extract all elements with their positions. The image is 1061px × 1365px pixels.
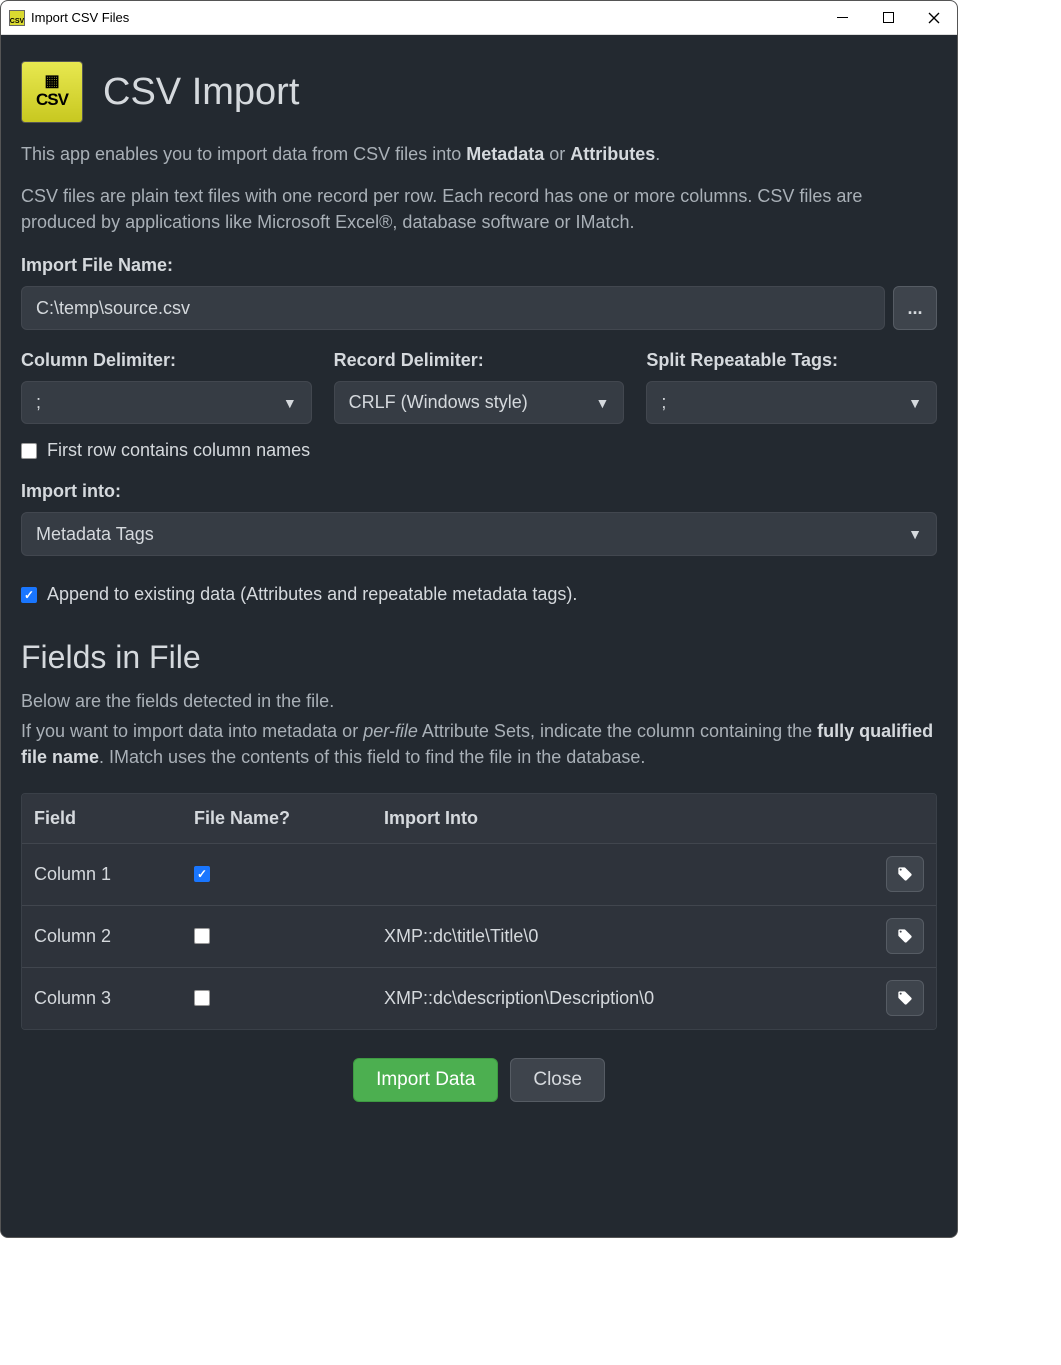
pick-tag-button[interactable] [886, 980, 924, 1016]
window-title: Import CSV Files [31, 10, 129, 25]
import-into-select[interactable]: Metadata Tags ▼ [21, 512, 937, 556]
cell-into: XMP::dc\description\Description\0 [384, 988, 878, 1009]
split-tags-select[interactable]: ; ▼ [646, 381, 937, 424]
filename-checkbox[interactable] [194, 990, 210, 1006]
page-title: CSV Import [103, 71, 299, 114]
fields-desc-1: Below are the fields detected in the fil… [21, 688, 937, 714]
pick-tag-button[interactable] [886, 856, 924, 892]
page-header: ▦ CSV CSV Import [21, 61, 937, 123]
table-row: Column 2 XMP::dc\title\Title\0 [22, 905, 936, 967]
minimize-button[interactable] [819, 1, 865, 35]
th-filename: File Name? [194, 808, 384, 829]
maximize-button[interactable] [865, 1, 911, 35]
th-into: Import Into [384, 808, 878, 829]
intro-line-1: This app enables you to import data from… [21, 141, 937, 167]
close-dialog-button[interactable]: Close [510, 1058, 605, 1102]
app-window: CSV Import CSV Files ▦ CSV CSV Import Th… [0, 0, 958, 1238]
column-delimiter-select[interactable]: ; ▼ [21, 381, 312, 424]
intro-line-2: CSV files are plain text files with one … [21, 183, 937, 235]
csv-logo-icon: ▦ CSV [21, 61, 83, 123]
record-delimiter-select[interactable]: CRLF (Windows style) ▼ [334, 381, 625, 424]
tag-icon [897, 990, 913, 1006]
record-delimiter-label: Record Delimiter: [334, 350, 625, 371]
cell-field: Column 2 [34, 926, 194, 947]
chevron-down-icon: ▼ [908, 526, 922, 542]
titlebar: CSV Import CSV Files [1, 1, 957, 35]
table-row: Column 1 [22, 843, 936, 905]
split-tags-label: Split Repeatable Tags: [646, 350, 937, 371]
first-row-label: First row contains column names [47, 440, 310, 461]
fields-section-title: Fields in File [21, 639, 937, 676]
file-name-label: Import File Name: [21, 255, 937, 276]
import-into-label: Import into: [21, 481, 937, 502]
import-data-button[interactable]: Import Data [353, 1058, 498, 1102]
chevron-down-icon: ▼ [595, 395, 609, 411]
footer-buttons: Import Data Close [21, 1058, 937, 1110]
th-field: Field [34, 808, 194, 829]
tag-icon [897, 866, 913, 882]
pick-tag-button[interactable] [886, 918, 924, 954]
content-area: ▦ CSV CSV Import This app enables you to… [1, 35, 957, 1237]
filename-checkbox[interactable] [194, 928, 210, 944]
first-row-checkbox[interactable] [21, 443, 37, 459]
file-name-input[interactable]: C:\temp\source.csv [21, 286, 885, 330]
tag-icon [897, 928, 913, 944]
chevron-down-icon: ▼ [908, 395, 922, 411]
cell-into: XMP::dc\title\Title\0 [384, 926, 878, 947]
column-delimiter-label: Column Delimiter: [21, 350, 312, 371]
chevron-down-icon: ▼ [283, 395, 297, 411]
fields-desc-2: If you want to import data into metadata… [21, 718, 937, 770]
table-header: Field File Name? Import Into [22, 794, 936, 843]
table-row: Column 3 XMP::dc\description\Description… [22, 967, 936, 1029]
fields-table: Field File Name? Import Into Column 1 Co… [21, 793, 937, 1030]
cell-field: Column 3 [34, 988, 194, 1009]
file-name-group: C:\temp\source.csv ... [21, 286, 937, 330]
append-checkbox[interactable] [21, 587, 37, 603]
browse-button[interactable]: ... [893, 286, 937, 330]
csv-app-icon: CSV [9, 10, 25, 26]
filename-checkbox[interactable] [194, 866, 210, 882]
close-button[interactable] [911, 1, 957, 35]
append-label: Append to existing data (Attributes and … [47, 584, 577, 605]
first-row-checkbox-row[interactable]: First row contains column names [21, 440, 937, 461]
window-controls [819, 1, 957, 35]
append-checkbox-row[interactable]: Append to existing data (Attributes and … [21, 584, 937, 605]
cell-field: Column 1 [34, 864, 194, 885]
